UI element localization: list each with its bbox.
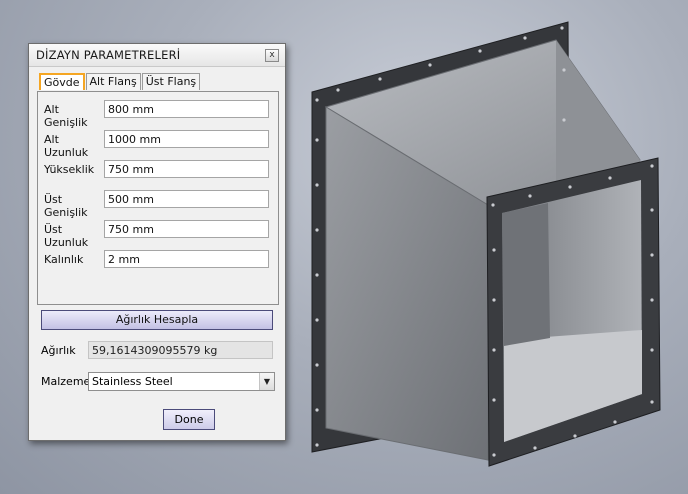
yukseklik-label: Yükseklik	[44, 163, 95, 176]
dialog-title: DİZAYN PARAMETRELERİ	[36, 48, 181, 62]
alt-uzunluk-label: Alt Uzunluk	[44, 133, 89, 159]
calculate-weight-button[interactable]: Ağırlık Hesapla	[41, 310, 273, 330]
kalinlik-input[interactable]: 2 mm	[104, 250, 269, 268]
dialog-titlebar[interactable]: DİZAYN PARAMETRELERİ x	[29, 44, 285, 67]
alt-genislik-label: Alt Genişlik	[44, 103, 88, 129]
alt-genislik-input[interactable]: 800 mm	[104, 100, 269, 118]
tab-strip: Gövde Alt Flanş Üst Flanş	[39, 73, 201, 91]
top-flange	[486, 157, 661, 467]
tab-alt-flans[interactable]: Alt Flanş	[85, 73, 141, 90]
ust-uzunluk-input[interactable]: 750 mm	[104, 220, 269, 238]
tab-govde[interactable]: Gövde	[39, 73, 85, 90]
govde-panel: Alt Genişlik 800 mm Alt Uzunluk 1000 mm …	[37, 91, 279, 305]
ust-genislik-input[interactable]: 500 mm	[104, 190, 269, 208]
ust-uzunluk-label: Üst Uzunluk	[44, 223, 89, 249]
close-icon: x	[269, 50, 275, 60]
design-parameters-dialog: DİZAYN PARAMETRELERİ x Gövde Alt Flanş Ü…	[28, 43, 286, 441]
alt-uzunluk-input[interactable]: 1000 mm	[104, 130, 269, 148]
yukseklik-input[interactable]: 750 mm	[104, 160, 269, 178]
tab-ust-flans[interactable]: Üst Flanş	[141, 73, 201, 90]
done-button[interactable]: Done	[163, 409, 215, 430]
kalinlik-label: Kalınlık	[44, 253, 84, 266]
chevron-down-icon[interactable]: ▼	[259, 373, 274, 390]
weight-value: 59,1614309095579 kg	[88, 341, 273, 359]
close-button[interactable]: x	[265, 49, 279, 62]
material-label: Malzeme	[41, 375, 91, 388]
material-selected-value: Stainless Steel	[92, 375, 173, 388]
ust-genislik-label: Üst Genişlik	[44, 193, 88, 219]
weight-label: Ağırlık	[41, 344, 76, 357]
material-select[interactable]: Stainless Steel ▼	[88, 372, 275, 391]
